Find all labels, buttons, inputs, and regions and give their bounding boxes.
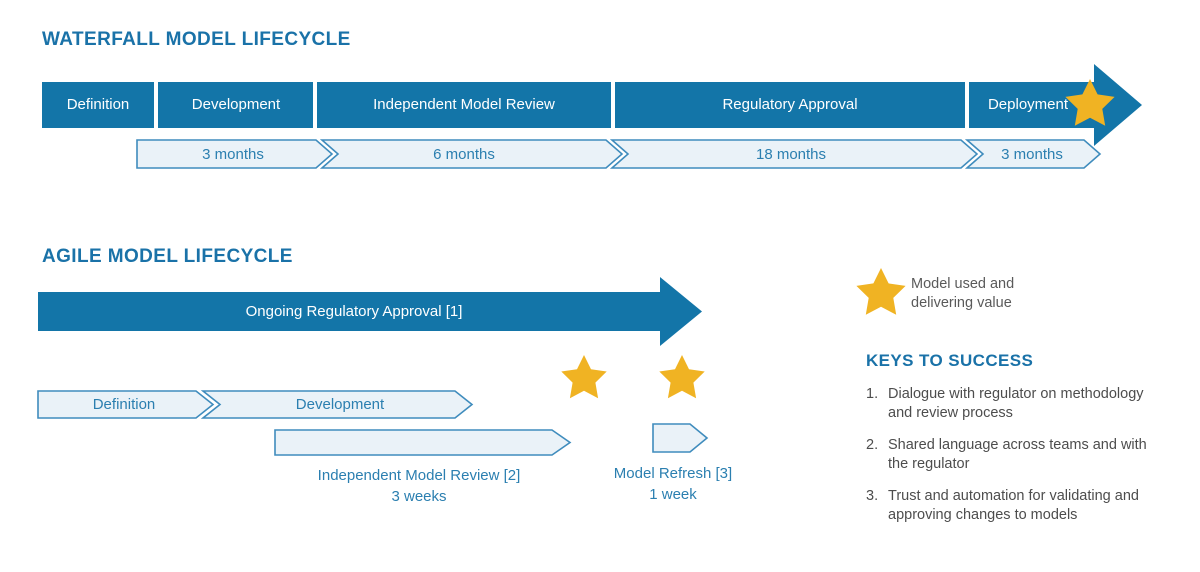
legend-line-1: Model used and	[911, 276, 1015, 292]
list-item: 2. Shared language across teams and with…	[866, 436, 1166, 474]
agile-independent-model-review-bar	[274, 429, 572, 456]
list-item-text: Shared language across teams and with th…	[888, 437, 1147, 472]
waterfall-phase-label-deployment: Deployment	[987, 96, 1069, 113]
waterfall-phase-label-definition: Definition	[66, 96, 130, 113]
list-item-text: Trust and automation for validating and …	[888, 488, 1139, 523]
star-icon	[561, 355, 607, 399]
list-item-text: Dialogue with regulator on methodology a…	[888, 386, 1144, 421]
agile-phase-label-definition: Definition	[92, 396, 156, 413]
star-icon	[659, 355, 705, 399]
agile-review-label: Independent Model Review [2]	[317, 467, 521, 484]
waterfall-duration-label-regulatory-approval: 18 months	[755, 146, 827, 163]
waterfall-duration-bar	[136, 139, 1102, 169]
waterfall-phase-label-independent-model-review: Independent Model Review	[373, 96, 555, 113]
agile-phase-label-development: Development	[295, 396, 385, 413]
waterfall-phase-label-development: Development	[191, 96, 281, 113]
waterfall-duration-label-development: 3 months	[202, 146, 264, 163]
list-item-number: 1.	[866, 386, 879, 402]
agile-refresh-duration: 1 week	[649, 486, 697, 503]
agile-ongoing-bar-label: Ongoing Regulatory Approval [1]	[245, 303, 463, 320]
legend-star-description: Model used and delivering value	[911, 275, 1131, 313]
list-item: 3. Trust and automation for validating a…	[866, 487, 1166, 525]
waterfall-duration-label-independent-model-review: 6 months	[433, 146, 495, 163]
agile-review-duration: 3 weeks	[391, 488, 447, 505]
waterfall-phase-label-regulatory-approval: Regulatory Approval	[722, 96, 858, 113]
agile-model-refresh-bar	[652, 423, 709, 453]
keys-to-success-list: 1. Dialogue with regulator on methodolog…	[866, 385, 1166, 538]
list-item-number: 3.	[866, 488, 879, 504]
list-item-number: 2.	[866, 437, 879, 453]
waterfall-duration-label-deployment: 3 months	[1001, 146, 1063, 163]
list-item: 1. Dialogue with regulator on methodolog…	[866, 385, 1166, 423]
diagram-canvas: WATERFALL MODEL LIFECYCLE AGILE MODEL LI…	[0, 0, 1200, 572]
legend-line-2: delivering value	[911, 295, 1012, 311]
star-icon	[856, 268, 906, 315]
agile-refresh-label: Model Refresh [3]	[613, 465, 733, 482]
